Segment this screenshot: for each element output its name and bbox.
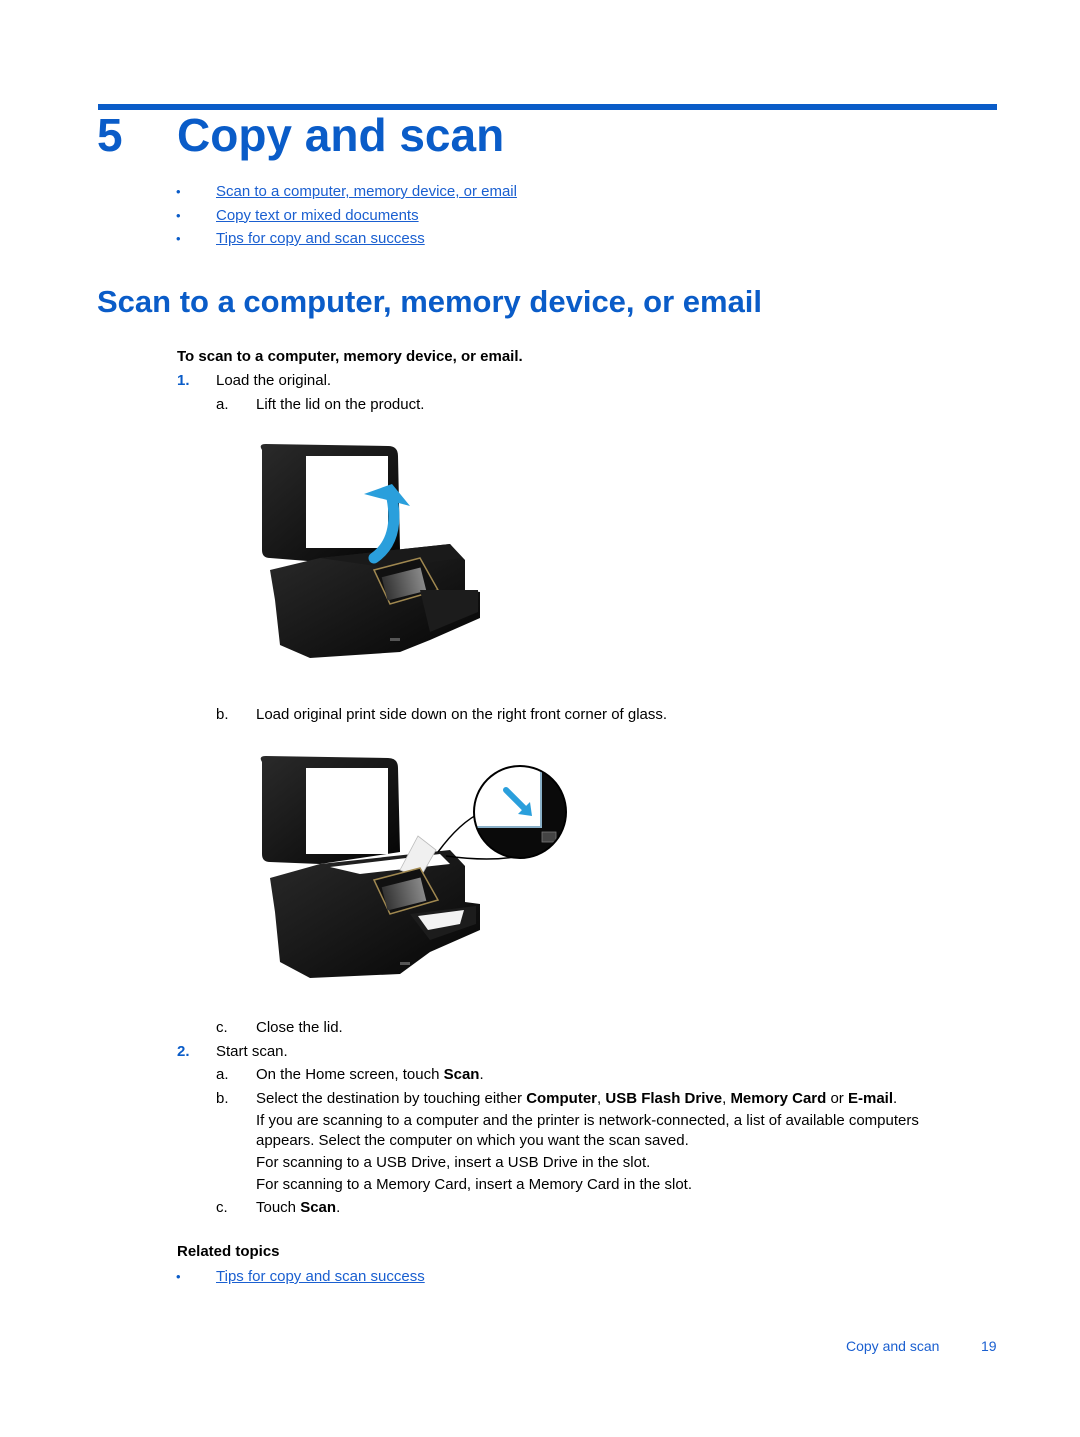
step-number: 1.: [177, 372, 190, 389]
text-run: or: [826, 1090, 848, 1107]
procedure-title: To scan to a computer, memory device, or…: [177, 348, 523, 365]
chapter-toc: • Scan to a computer, memory device, or e…: [176, 182, 517, 253]
toc-link-scan[interactable]: Scan to a computer, memory device, or em…: [216, 183, 517, 200]
chapter-title: 5 Copy and scan: [97, 108, 504, 162]
text-run: .: [479, 1066, 484, 1083]
footer-section-title: Copy and scan: [846, 1338, 940, 1354]
substep-marker: a.: [216, 1066, 229, 1083]
toc-link-tips[interactable]: Tips for copy and scan success: [216, 230, 425, 247]
toc-item: • Tips for copy and scan success: [176, 229, 517, 253]
printer-icon: [260, 444, 480, 658]
printer-icon: [260, 756, 480, 978]
ui-term-email: E-mail: [847, 1090, 893, 1107]
zoom-callout-icon: [437, 765, 567, 860]
text-run: .: [336, 1199, 341, 1216]
substep-marker: b.: [216, 706, 229, 723]
step-text: Start scan.: [216, 1043, 288, 1060]
related-link-tips[interactable]: Tips for copy and scan success: [216, 1268, 425, 1285]
substep-text: Load original print side down on the rig…: [256, 706, 668, 723]
chapter-title-text: Copy and scan: [177, 109, 505, 161]
note-text: If you are scanning to a computer and th…: [256, 1112, 919, 1129]
toc-link-copy[interactable]: Copy text or mixed documents: [216, 207, 419, 224]
ui-term-scan: Scan: [443, 1066, 480, 1083]
substep-marker: c.: [216, 1019, 228, 1036]
printer-lid-open-figure: [260, 444, 480, 658]
substep-text: Close the lid.: [256, 1019, 343, 1036]
step-number: 2.: [177, 1043, 190, 1060]
footer-page-number: 19: [981, 1338, 997, 1354]
ui-term-memory-card: Memory Card: [730, 1090, 827, 1107]
text-run: .: [893, 1090, 898, 1107]
step-text: Load the original.: [216, 372, 332, 389]
bullet-icon: •: [176, 1269, 181, 1284]
substep-text: Touch Scan.: [256, 1198, 340, 1217]
related-topics-list: • Tips for copy and scan success: [176, 1267, 425, 1291]
substep-text: Select the destination by touching eithe…: [256, 1089, 897, 1108]
toc-item: • Copy text or mixed documents: [176, 206, 517, 230]
ui-term-computer: Computer: [526, 1090, 598, 1107]
substep-marker: c.: [216, 1199, 228, 1216]
text-run: Touch: [256, 1199, 301, 1216]
substep-text: On the Home screen, touch Scan.: [256, 1065, 484, 1084]
substep-marker: a.: [216, 396, 229, 413]
ui-term-scan: Scan: [300, 1199, 337, 1216]
substep-marker: b.: [216, 1090, 229, 1107]
bullet-icon: •: [176, 231, 181, 246]
text-run: Select the destination by touching eithe…: [256, 1090, 527, 1107]
substep-text: Lift the lid on the product.: [256, 396, 425, 413]
text-run: On the Home screen, touch: [256, 1066, 444, 1083]
note-text: For scanning to a USB Drive, insert a US…: [256, 1154, 651, 1171]
toc-item: • Scan to a computer, memory device, or e…: [176, 182, 517, 206]
printer-glass-corner-figure: [260, 756, 567, 978]
bullet-icon: •: [176, 184, 181, 199]
bullet-icon: •: [176, 207, 181, 223]
note-text: appears. Select the computer on which yo…: [256, 1132, 689, 1149]
chapter-number: 5: [97, 109, 123, 161]
ui-term-usb: USB Flash Drive: [605, 1090, 723, 1107]
note-text: For scanning to a Memory Card, insert a …: [256, 1176, 692, 1193]
related-item: • Tips for copy and scan success: [176, 1267, 425, 1291]
related-topics-title: Related topics: [177, 1243, 280, 1260]
section-title: Scan to a computer, memory device, or em…: [97, 284, 763, 319]
